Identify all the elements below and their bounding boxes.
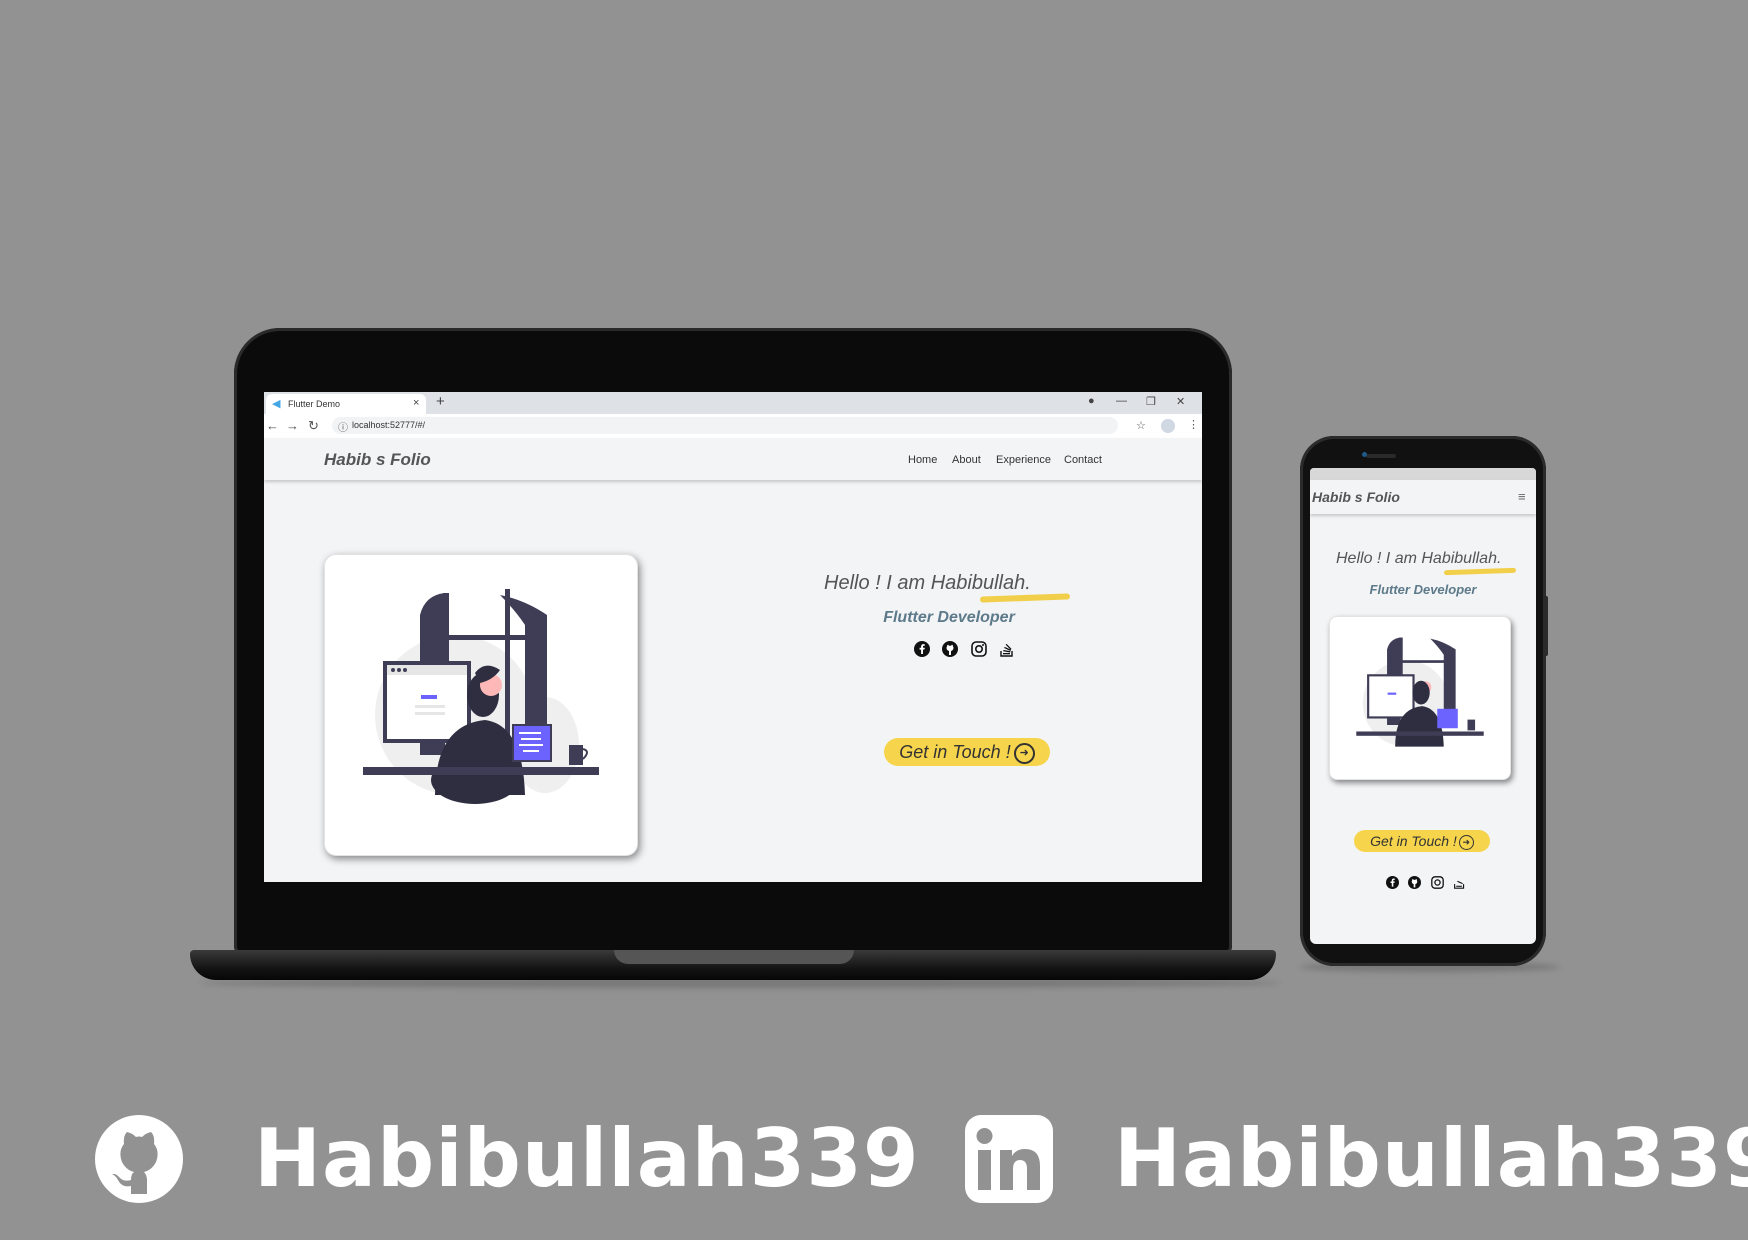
site-brand[interactable]: Habib s Folio [324, 450, 431, 470]
facebook-icon[interactable] [914, 640, 930, 657]
site-navbar: Habib s Folio Home About Experience Cont… [264, 438, 1202, 480]
github-handle[interactable]: Habibullah339 [254, 1112, 920, 1205]
phone-brand[interactable]: Habib s Folio [1312, 489, 1400, 505]
extension-icon[interactable]: ● [1088, 395, 1095, 407]
laptop-screen: ◀ Flutter Demo × + ● — ❐ ✕ ← → ↻ ⓘ local… [264, 392, 1202, 882]
greeting-prefix: Hello ! I am [824, 572, 931, 594]
phone-illustration-card [1329, 616, 1511, 780]
linkedin-logo-icon[interactable] [964, 1114, 1054, 1204]
phone-name-highlight [1443, 567, 1517, 576]
maximize-button[interactable]: ❐ [1146, 395, 1156, 408]
phone-arrow-right-circle-icon: ➜ [1458, 834, 1474, 850]
forward-icon[interactable]: → [286, 418, 299, 433]
phone-facebook-icon[interactable] [1386, 876, 1399, 890]
minimize-button[interactable]: — [1116, 395, 1127, 407]
nav-experience[interactable]: Experience [996, 454, 1051, 466]
phone-navbar: Habib s Folio ≡ [1310, 480, 1536, 514]
phone-get-in-touch-button[interactable]: Get in Touch ! ➜ [1354, 830, 1490, 852]
arrow-right-circle-icon: ➜ [1013, 742, 1035, 764]
illustration-card [324, 554, 638, 856]
phone-camera [1362, 452, 1367, 457]
laptop-notch [614, 950, 854, 964]
hero-role: Flutter Developer [883, 609, 1015, 626]
developer-illustration [363, 589, 599, 804]
phone-github-icon[interactable] [1408, 876, 1422, 890]
phone-speaker [1366, 454, 1396, 458]
instagram-icon[interactable] [971, 640, 987, 657]
back-icon[interactable]: ← [266, 418, 279, 433]
browser-tab-bar: ◀ Flutter Demo × + ● — ❐ ✕ [264, 392, 1202, 414]
phone-hero-role: Flutter Developer [1369, 582, 1477, 597]
phone-hero-greeting: Hello ! I am Habibullah. [1336, 550, 1501, 568]
hero-name: Habibullah. [930, 572, 1031, 594]
window-close-button[interactable]: ✕ [1176, 395, 1185, 408]
phone-greeting-prefix: Hello ! I am [1336, 550, 1422, 567]
profile-avatar-icon[interactable] [1161, 419, 1175, 433]
flutter-icon: ◀ [272, 398, 281, 410]
phone-cta-label: Get in Touch ! [1370, 833, 1457, 849]
bookmark-star-icon[interactable]: ☆ [1136, 419, 1146, 432]
reload-icon[interactable]: ↻ [308, 418, 319, 434]
get-in-touch-button[interactable]: Get in Touch ! ➜ [884, 738, 1050, 766]
linkedin-handle[interactable]: Habibullah339 [1114, 1112, 1748, 1205]
phone-status-bar [1310, 468, 1536, 480]
cta-label: Get in Touch ! [899, 742, 1011, 762]
tab-title: Flutter Demo [288, 399, 341, 409]
phone-developer-illustration [1356, 637, 1484, 747]
nav-contact[interactable]: Contact [1064, 454, 1102, 466]
stackoverflow-icon[interactable] [999, 641, 1015, 657]
url-field[interactable]: ⓘ localhost:52777/#/ [332, 417, 1118, 434]
close-tab-icon[interactable]: × [413, 397, 419, 409]
phone-instagram-icon[interactable] [1431, 876, 1444, 890]
social-links [914, 640, 1023, 660]
browser-tab[interactable]: ◀ Flutter Demo × [266, 394, 426, 414]
phone-side-button [1544, 596, 1548, 656]
phone-screen: Habib s Folio ≡ Hello ! I am Habibullah.… [1310, 468, 1536, 944]
kebab-menu-icon[interactable]: ⋮ [1188, 418, 1199, 431]
phone-social-links [1386, 874, 1471, 892]
new-tab-button[interactable]: + [436, 393, 445, 410]
phone-stackoverflow-icon[interactable] [1453, 876, 1466, 890]
nav-home[interactable]: Home [908, 454, 937, 466]
browser-address-bar: ← → ↻ ⓘ localhost:52777/#/ ☆ ⋮ [264, 414, 1202, 439]
github-icon[interactable] [942, 640, 959, 657]
hamburger-menu-icon[interactable]: ≡ [1518, 489, 1526, 504]
phone-hero-name: Habibullah. [1421, 550, 1502, 567]
url-text: localhost:52777/#/ [352, 420, 426, 430]
nav-about[interactable]: About [952, 454, 981, 466]
info-icon[interactable]: ⓘ [338, 419, 348, 434]
github-logo-icon[interactable] [94, 1114, 184, 1204]
hero-greeting: Hello ! I am Habibullah. [824, 572, 1031, 595]
